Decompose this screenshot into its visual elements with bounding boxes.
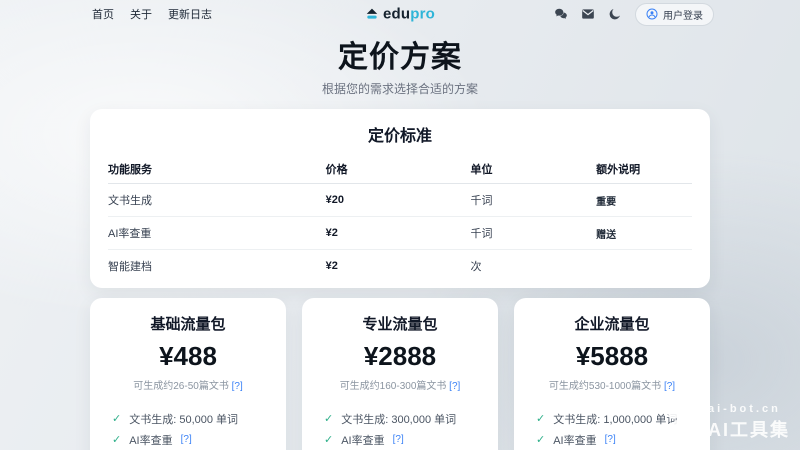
logo[interactable]: edupro xyxy=(365,6,435,23)
plan-price: ¥2888 xyxy=(314,341,486,372)
plan-features: ✓文书生成: 1,000,000 单词 ✓AI率查重[?] ✓智能建档: 1,0… xyxy=(536,408,698,450)
check-icon: ✓ xyxy=(536,433,545,446)
service-unit: 千词 xyxy=(470,192,596,208)
nav-actions: 用户登录 xyxy=(554,3,714,26)
plan-capacity-text: 可生成约26-50篇文书 xyxy=(133,381,229,392)
service-name: 文书生成 xyxy=(108,192,326,208)
pricing-standard-card: 定价标准 功能服务 价格 单位 额外说明 文书生成 ¥20 千词 重要 AI率查… xyxy=(90,109,710,288)
table-row: 智能建档 ¥2 次 xyxy=(108,250,692,282)
service-unit: 次 xyxy=(470,258,596,274)
service-note: 重要 xyxy=(596,193,692,208)
capacity-info-link[interactable]: [?] xyxy=(449,381,460,392)
login-label: 用户登录 xyxy=(663,7,703,22)
moon-icon[interactable] xyxy=(608,7,622,21)
check-icon: ✓ xyxy=(112,433,121,446)
table-row: AI率查重 ¥2 千词 赠送 xyxy=(108,217,692,250)
service-price: ¥2 xyxy=(326,260,471,272)
feature-item: ✓ 文书生成: 50,000 单词 xyxy=(112,408,274,429)
service-unit: 千词 xyxy=(470,225,596,241)
check-icon: ✓ xyxy=(112,412,121,425)
feature-text: AI率查重 xyxy=(129,432,172,448)
feature-text: AI率查重 xyxy=(553,432,596,448)
check-icon: ✓ xyxy=(536,412,545,425)
capacity-info-link[interactable]: [?] xyxy=(232,381,243,392)
plan-features: ✓文书生成: 300,000 单词 ✓AI率查重[?] ✓智能建档: 300 次 xyxy=(324,408,486,450)
plan-name: 专业流量包 xyxy=(314,313,486,334)
plan-price: ¥488 xyxy=(102,341,274,372)
plan-capacity-text: 可生成约530-1000篇文书 xyxy=(549,381,661,392)
check-icon: ✓ xyxy=(324,433,333,446)
nav-link-changelog[interactable]: 更新日志 xyxy=(168,6,212,22)
feature-text: AI率查重 xyxy=(341,432,384,448)
plan-price: ¥5888 xyxy=(526,341,698,372)
check-icon: ✓ xyxy=(324,412,333,425)
feature-info-link[interactable]: [?] xyxy=(181,434,192,445)
feature-item: ✓ AI率查重 [?] xyxy=(324,429,486,450)
feature-text: 文书生成: 50,000 单词 xyxy=(129,411,238,427)
page-subtitle: 根据您的需求选择合适的方案 xyxy=(0,80,800,97)
table-row: 文书生成 ¥20 千词 重要 xyxy=(108,184,692,217)
feature-info-link[interactable]: [?] xyxy=(393,434,404,445)
logo-icon xyxy=(365,7,379,21)
watermark-line1: ai-bot.cn xyxy=(708,403,790,415)
plan-features: ✓文书生成: 50,000 单词 ✓AI率查重[?] ✓智能建档: 50 次 xyxy=(112,408,274,450)
plan-name: 基础流量包 xyxy=(102,313,274,334)
plan-capacity-text: 可生成约160-300篇文书 xyxy=(340,381,447,392)
login-button[interactable]: 用户登录 xyxy=(635,3,714,26)
nav-link-about[interactable]: 关于 xyxy=(130,6,152,22)
hero: 定价方案 根据您的需求选择合适的方案 xyxy=(0,32,800,97)
service-name: 智能建档 xyxy=(108,258,326,274)
watermark-text: ai-bot.cn AI工具集 xyxy=(708,403,790,442)
feature-item: ✓ AI率查重 [?] xyxy=(536,429,698,450)
col-service: 功能服务 xyxy=(108,161,326,177)
feature-text: 文书生成: 300,000 单词 xyxy=(341,411,456,427)
service-name: AI率查重 xyxy=(108,225,326,241)
service-price: ¥20 xyxy=(326,194,471,206)
mail-icon[interactable] xyxy=(581,7,595,21)
top-nav: 首页 关于 更新日志 edupro xyxy=(0,0,800,28)
col-note: 额外说明 xyxy=(596,161,692,177)
service-price: ¥2 xyxy=(326,227,471,239)
feature-item: ✓ 文书生成: 1,000,000 单词 xyxy=(536,408,698,429)
col-price: 价格 xyxy=(326,161,471,177)
plan-capacity: 可生成约160-300篇文书 [?] xyxy=(314,377,486,392)
col-unit: 单位 xyxy=(470,161,596,177)
nav-links: 首页 关于 更新日志 xyxy=(92,6,212,22)
plan-capacity: 可生成约26-50篇文书 [?] xyxy=(102,377,274,392)
nav-link-home[interactable]: 首页 xyxy=(92,6,114,22)
plan-card-enterprise: 企业流量包 ¥5888 可生成约530-1000篇文书 [?] ✓ 文书生成: 1… xyxy=(514,298,710,450)
feature-text: 文书生成: 1,000,000 单词 xyxy=(553,411,677,427)
logo-text-pro: pro xyxy=(410,6,435,23)
plan-card-pro: 专业流量包 ¥2888 可生成约160-300篇文书 [?] ✓ 文书生成: 30… xyxy=(302,298,498,450)
plan-card-basic: 基础流量包 ¥488 可生成约26-50篇文书 [?] ✓ 文书生成: 50,00… xyxy=(90,298,286,450)
service-note: 赠送 xyxy=(596,226,692,241)
logo-text-edu: edu xyxy=(383,6,410,23)
plan-name: 企业流量包 xyxy=(526,313,698,334)
user-icon xyxy=(646,8,658,20)
pricing-standard-title: 定价标准 xyxy=(108,122,692,146)
table-header-row: 功能服务 价格 单位 额外说明 xyxy=(108,155,692,184)
watermark-line2: AI工具集 xyxy=(708,416,790,442)
capacity-info-link[interactable]: [?] xyxy=(664,381,675,392)
feature-item: ✓ 文书生成: 300,000 单词 xyxy=(324,408,486,429)
plan-cards: 基础流量包 ¥488 可生成约26-50篇文书 [?] ✓ 文书生成: 50,00… xyxy=(90,298,710,450)
page-title: 定价方案 xyxy=(0,32,800,76)
chat-icon[interactable] xyxy=(554,7,568,21)
feature-item: ✓ AI率查重 [?] xyxy=(112,429,274,450)
logo-text: edupro xyxy=(383,6,435,23)
plan-capacity: 可生成约530-1000篇文书 [?] xyxy=(526,377,698,392)
feature-info-link[interactable]: [?] xyxy=(605,434,616,445)
pricing-page: 首页 关于 更新日志 edupro xyxy=(0,0,800,450)
